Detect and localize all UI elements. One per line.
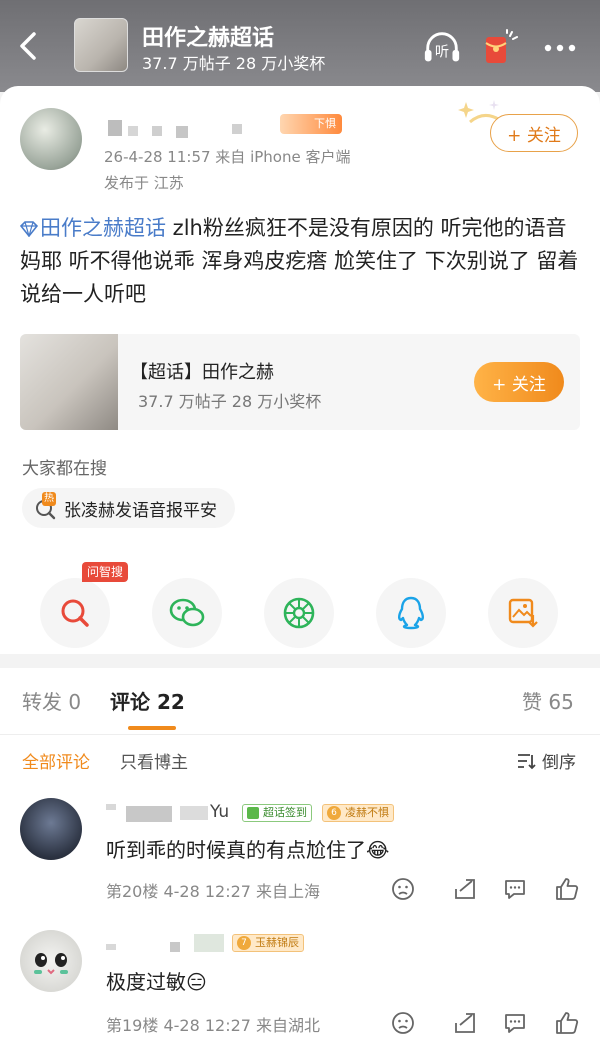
moments-icon (283, 597, 315, 629)
checkin-badge-text: 超话签到 (263, 806, 307, 819)
follow-supertopic-button[interactable]: + 关注 (474, 362, 564, 402)
supertopic-tag-link[interactable]: 田作之赫超话 (40, 216, 166, 240)
blurred-username (106, 804, 116, 810)
active-tab-indicator (128, 726, 176, 730)
comment-body: 极度过敏 (106, 970, 186, 994)
comment-text: 听到乖的时候真的有点尬住了😂 (106, 834, 389, 863)
save-image-share-button[interactable] (488, 578, 558, 648)
fan-level-number: 7 (237, 936, 251, 950)
tab-repost[interactable]: 转发 0 (22, 686, 81, 715)
supertopic-card-avatar (20, 334, 118, 430)
comment-meta: 第20楼 4-28 12:27 来自上海 (106, 882, 321, 901)
supertopic-card[interactable]: 【超话】田作之赫 37.7 万帖子 28 万小奖杯 + 关注 (20, 334, 580, 430)
tab-comments[interactable]: 评论 22 (110, 686, 185, 715)
comment-text: 极度过敏😑 (106, 966, 207, 995)
page-stats: 37.7 万帖子 28 万小奖杯 (142, 54, 326, 73)
blurred-username (194, 934, 224, 952)
blurred-username (108, 120, 122, 136)
back-icon[interactable] (14, 26, 44, 66)
blurred-username (170, 942, 180, 952)
cat-face-icon (34, 953, 68, 975)
blurred-username (180, 806, 208, 820)
moments-share-button[interactable] (264, 578, 334, 648)
trending-search-item[interactable]: 热 张凌赫发语音报平安 (22, 488, 235, 528)
filter-author-only[interactable]: 只看博主 (120, 748, 188, 773)
supertopic-card-title: 【超话】田作之赫 (130, 362, 274, 383)
share-comment-icon[interactable] (452, 876, 478, 902)
tab-likes[interactable]: 赞 65 (522, 686, 574, 715)
fan-level-text: 凌赫不惧 (345, 806, 389, 819)
trending-search-label: 大家都在搜 (22, 459, 107, 479)
hot-badge: 热 (42, 492, 56, 506)
user-badge: 下惧 (280, 114, 342, 134)
comment-meta: 第19楼 4-28 12:27 来自湖北 (106, 1016, 321, 1035)
ai-search-badge: 问智搜 (82, 562, 129, 582)
ai-search-icon (61, 599, 89, 627)
wechat-icon (169, 598, 205, 627)
sort-icon (516, 752, 536, 770)
author-avatar[interactable] (20, 108, 82, 170)
dislike-icon[interactable] (390, 1010, 416, 1036)
filter-all-comments[interactable]: 全部评论 (22, 748, 90, 773)
listen-button[interactable]: 听 (422, 28, 462, 68)
supertopic-avatar[interactable] (74, 18, 128, 72)
qq-icon (398, 596, 424, 630)
blurred-username (176, 126, 188, 138)
blurred-username (232, 124, 242, 134)
checkin-badge: 超话签到 (242, 804, 312, 822)
commenter-avatar[interactable] (20, 930, 82, 992)
section-divider (0, 654, 600, 668)
sort-order-button[interactable]: 倒序 (516, 748, 576, 773)
reply-icon[interactable] (502, 1010, 528, 1036)
blurred-username (128, 126, 138, 136)
like-icon[interactable] (554, 1010, 580, 1036)
listen-label: 听 (435, 44, 449, 61)
engagement-tabs: 转发 0 评论 22 赞 65 (0, 686, 600, 718)
reply-icon[interactable] (502, 876, 528, 902)
fan-level-badge: 7 玉赫锦辰 (232, 934, 304, 952)
checkin-icon (247, 807, 259, 819)
follow-author-button[interactable]: + 关注 (490, 114, 578, 152)
blurred-username (106, 944, 116, 950)
wechat-share-button[interactable] (152, 578, 222, 648)
trending-search-query: 张凌赫发语音报平安 (64, 500, 217, 521)
fan-level-badge: 6 凌赫不惧 (322, 804, 394, 822)
more-icon[interactable] (540, 28, 580, 68)
red-envelope-icon[interactable] (480, 28, 520, 68)
commenter-avatar[interactable] (20, 798, 82, 860)
hot-search-icon: 热 (34, 492, 58, 520)
fan-level-text: 玉赫锦辰 (255, 936, 299, 949)
like-icon[interactable] (554, 876, 580, 902)
page-title: 田作之赫超话 (142, 26, 275, 51)
share-comment-icon[interactable] (452, 1010, 478, 1036)
post-time-source: 26-4-28 11:57 来自 iPhone 客户端 (104, 148, 351, 166)
supertopic-card-stats: 37.7 万帖子 28 万小奖杯 (138, 392, 322, 411)
divider (0, 734, 600, 735)
laugh-cry-emoji: 😂 (366, 838, 390, 862)
supertopic-diamond-icon (20, 221, 38, 237)
fan-level-number: 6 (327, 806, 341, 820)
ai-search-share-button[interactable] (40, 578, 110, 648)
sort-order-label: 倒序 (542, 753, 576, 773)
comment-body: 听到乖的时候真的有点尬住了 (106, 838, 366, 862)
blurred-username (152, 126, 162, 136)
blurred-username (126, 806, 172, 822)
qq-share-button[interactable] (376, 578, 446, 648)
save-image-icon (508, 598, 538, 628)
post-location: 发布于 江苏 (104, 174, 184, 192)
post-body: 田作之赫超话 zlh粉丝疯狂不是没有原因的 听完他的语音 妈耶 听不得他说乖 浑… (20, 212, 580, 311)
dislike-icon[interactable] (390, 876, 416, 902)
commenter-name[interactable]: Yu (210, 802, 229, 822)
speechless-emoji: 😑 (186, 970, 207, 994)
